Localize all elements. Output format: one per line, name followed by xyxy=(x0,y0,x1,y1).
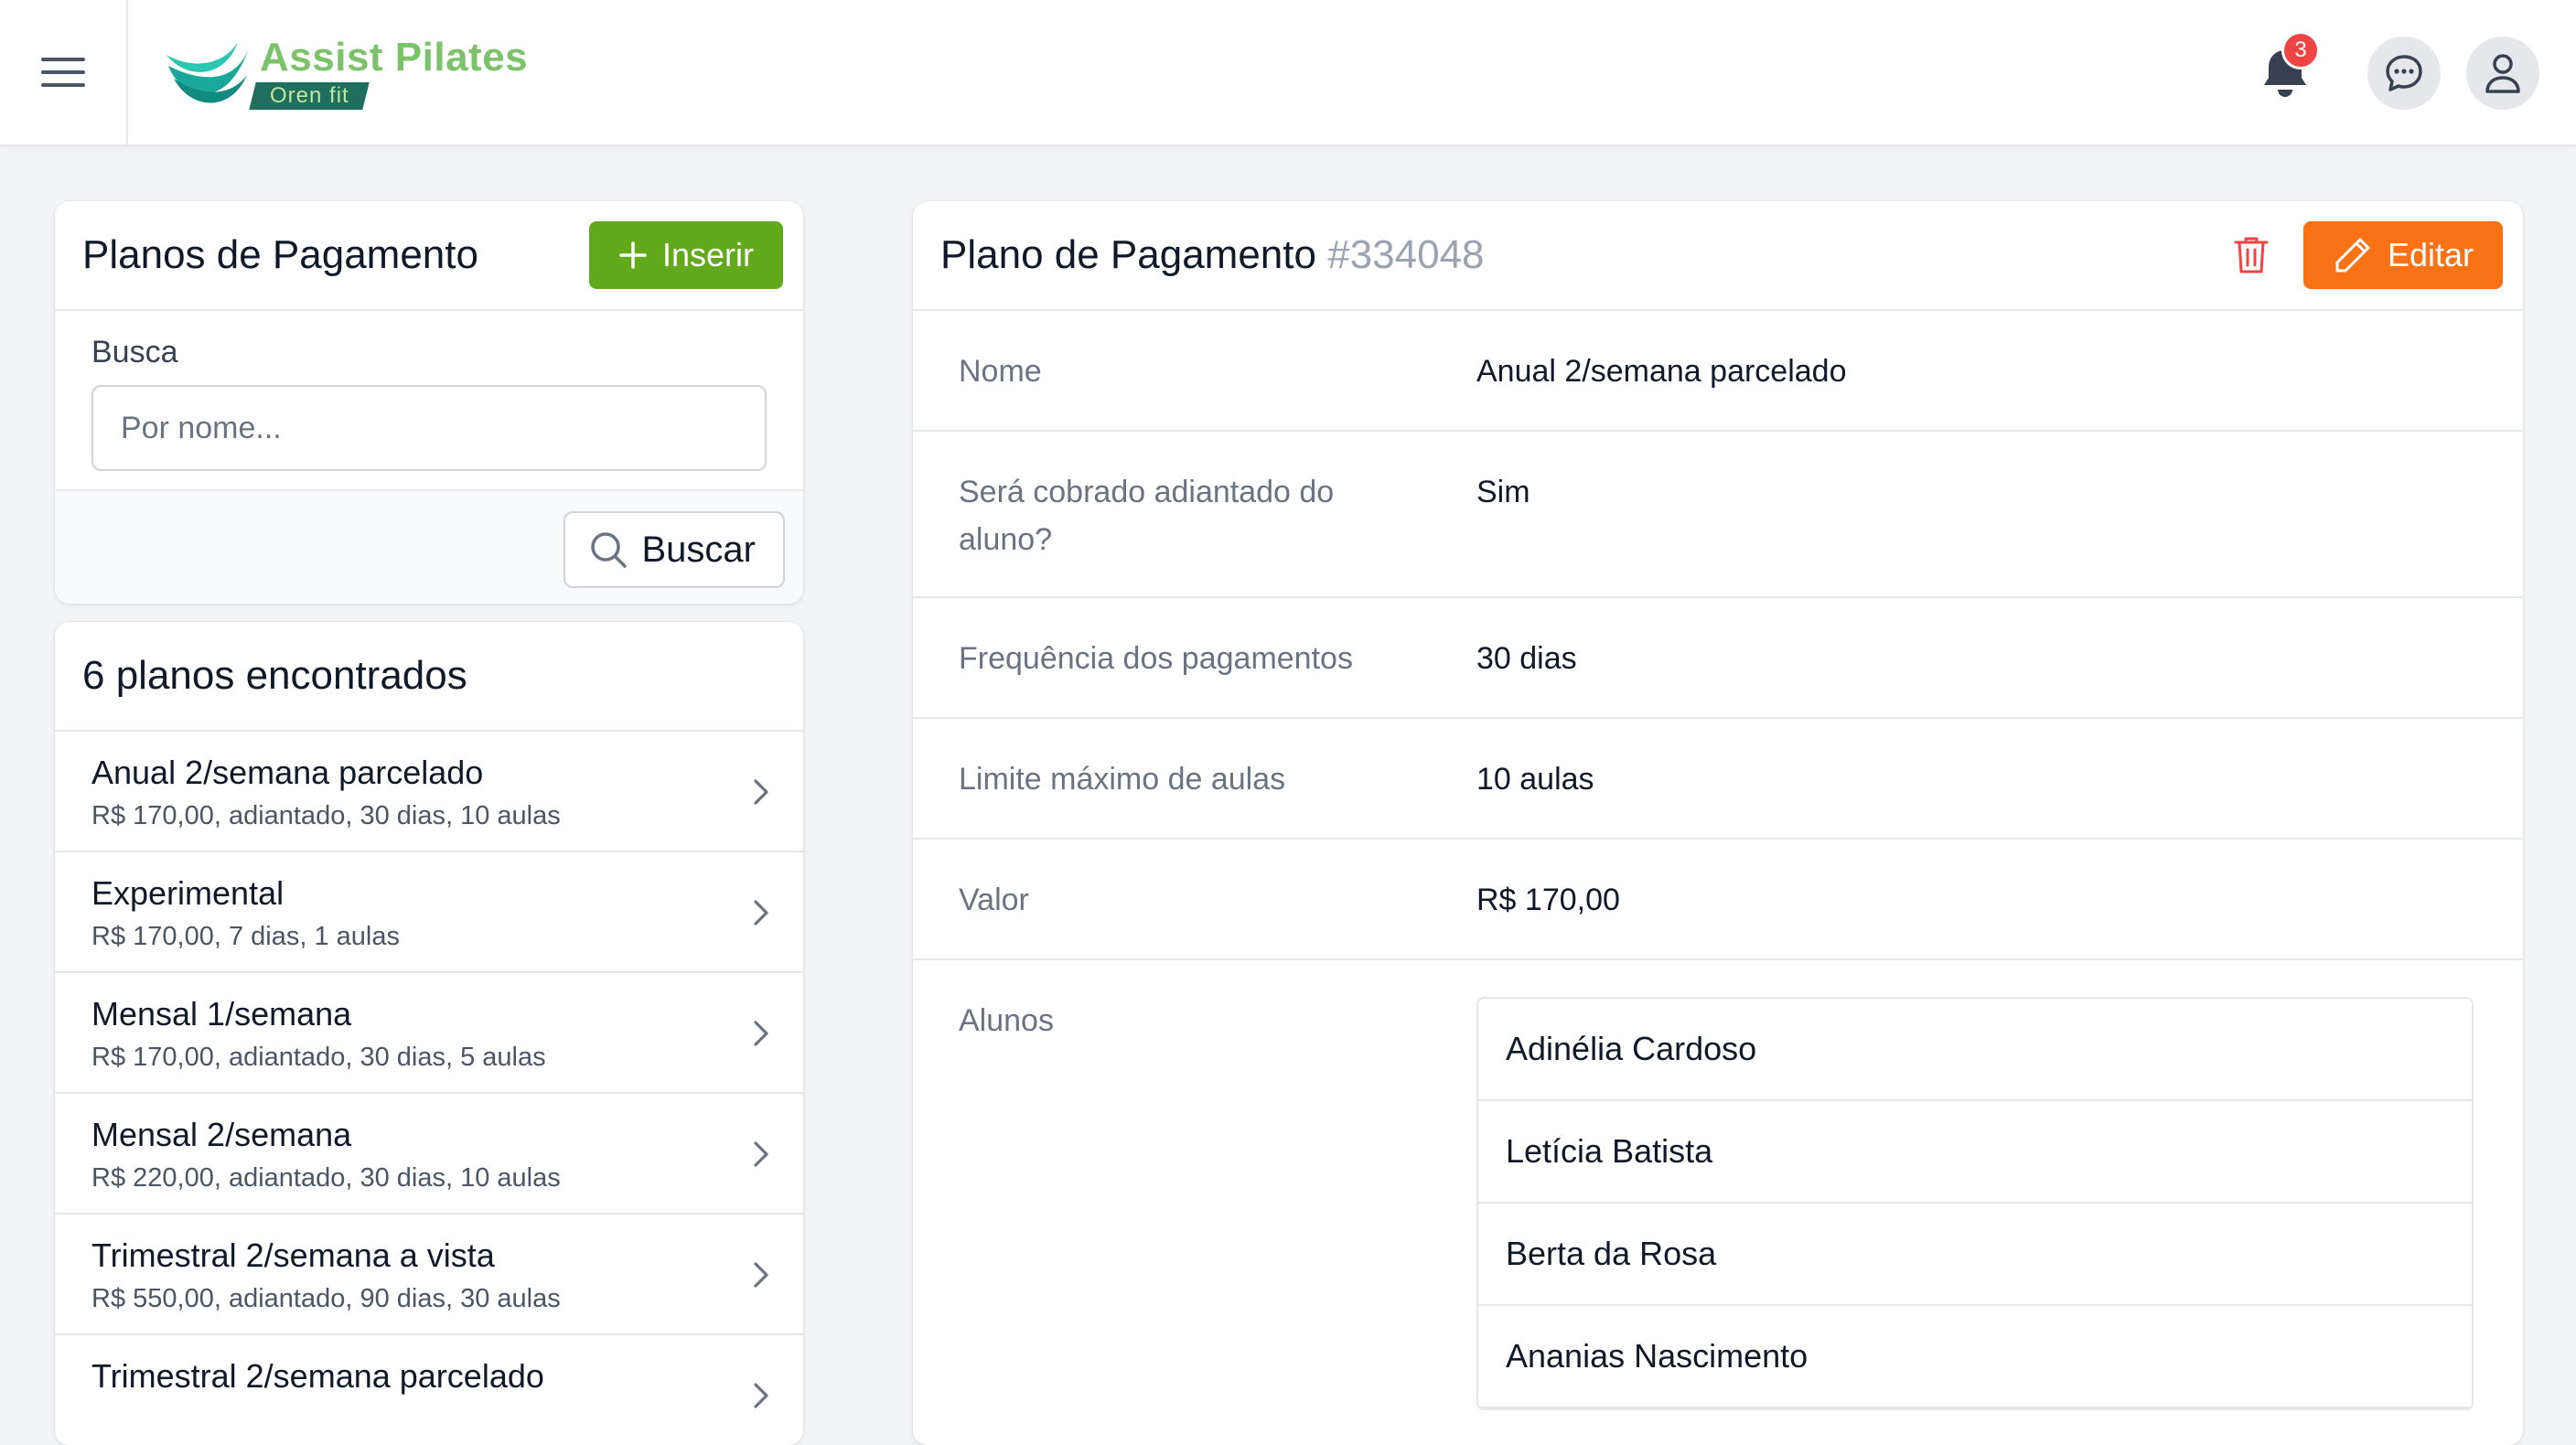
search-input[interactable] xyxy=(91,385,767,471)
students-list: Adinélia Cardoso Letícia Batista Berta d… xyxy=(1476,997,2474,1410)
detail-header: Plano de Pagamento #334048 Editar xyxy=(913,201,2523,311)
plan-name: Mensal 1/semana xyxy=(91,995,352,1033)
trash-icon xyxy=(2234,237,2269,273)
field-label: Será cobrado adiantado do aluno? xyxy=(959,475,1335,557)
plan-summary: R$ 550,00, adiantado, 90 dias, 30 aulas xyxy=(91,1284,561,1313)
plan-summary: R$ 170,00, adiantado, 30 dias, 5 aulas xyxy=(91,1043,546,1072)
list-item[interactable]: Mensal 1/semana R$ 170,00, adiantado, 30… xyxy=(55,973,803,1094)
plans-list: Anual 2/semana parcelado R$ 170,00, adia… xyxy=(55,732,803,1445)
search-footer: Buscar xyxy=(55,491,803,604)
chevron-right-icon xyxy=(754,1141,768,1167)
chevron-right-icon xyxy=(754,1262,768,1288)
student-item[interactable]: Berta da Rosa xyxy=(1478,1204,2472,1306)
top-bar: Assist Pilates Oren fit 3 xyxy=(0,0,2576,146)
field-label: Frequência dos pagamentos xyxy=(959,641,1353,676)
top-actions: 3 xyxy=(2247,31,2539,112)
user-icon xyxy=(2485,54,2520,93)
results-card: 6 planos encontrados Anual 2/semana parc… xyxy=(55,622,803,1445)
chevron-right-icon xyxy=(754,1021,768,1046)
field-row-value: Valor R$ 170,00 xyxy=(913,840,2523,960)
plans-search-card: Planos de Pagamento Inserir Busca Buscar xyxy=(55,201,803,604)
page-title: Planos de Pagamento xyxy=(82,232,478,277)
detail-title: Plano de Pagamento #334048 xyxy=(940,232,1485,278)
chevron-right-icon xyxy=(754,900,768,926)
field-label: Valor xyxy=(959,883,1029,917)
detail-actions: Editar xyxy=(2219,221,2503,289)
plan-name: Experimental xyxy=(91,874,284,912)
chat-button[interactable] xyxy=(2367,37,2441,110)
search-button-label: Buscar xyxy=(641,529,757,570)
student-item[interactable]: Letícia Batista xyxy=(1478,1101,2472,1204)
chevron-right-icon xyxy=(754,1383,768,1408)
user-menu-button[interactable] xyxy=(2466,37,2539,110)
field-value: 30 dias xyxy=(1476,641,1577,676)
insert-label: Inserir xyxy=(661,236,754,273)
list-item[interactable]: Mensal 2/semana R$ 220,00, adiantado, 30… xyxy=(55,1094,803,1215)
field-value: Anual 2/semana parcelado xyxy=(1476,354,1847,389)
plan-summary: R$ 170,00, adiantado, 30 dias, 10 aulas xyxy=(91,801,561,830)
field-row-frequency: Frequência dos pagamentos 30 dias xyxy=(913,598,2523,719)
notifications-badge: 3 xyxy=(2281,31,2320,70)
list-item[interactable]: Anual 2/semana parcelado R$ 170,00, adia… xyxy=(55,732,803,852)
field-label: Alunos xyxy=(959,1003,1054,1038)
field-label: Nome xyxy=(959,354,1042,389)
edit-button[interactable]: Editar xyxy=(2302,221,2503,289)
search-label: Busca xyxy=(91,335,178,369)
list-item[interactable]: Trimestral 2/semana a vista R$ 550,00, a… xyxy=(55,1215,803,1335)
edit-label: Editar xyxy=(2387,236,2474,273)
field-value: 10 aulas xyxy=(1476,762,1594,797)
student-item[interactable]: Adinélia Cardoso xyxy=(1478,999,2472,1101)
search-button[interactable]: Buscar xyxy=(563,511,785,588)
chat-icon xyxy=(2386,55,2422,91)
menu-button[interactable] xyxy=(0,0,128,144)
logo-mark-icon xyxy=(166,42,249,103)
delete-button[interactable] xyxy=(2219,223,2283,287)
field-value: R$ 170,00 xyxy=(1476,883,1620,917)
field-value: Sim xyxy=(1476,475,1530,509)
student-item[interactable]: Ananias Nascimento xyxy=(1478,1306,2472,1408)
field-row-advance: Será cobrado adiantado do aluno? Sim xyxy=(913,432,2523,598)
plan-summary: R$ 220,00, adiantado, 30 dias, 10 aulas xyxy=(91,1163,561,1193)
plan-detail-card: Plano de Pagamento #334048 Editar Nome A… xyxy=(913,201,2523,1445)
logo[interactable]: Assist Pilates Oren fit xyxy=(165,35,528,117)
field-row-students: Alunos Adinélia Cardoso Letícia Batista … xyxy=(913,960,2523,1410)
search-body: Busca xyxy=(55,311,803,491)
field-label: Limite máximo de aulas xyxy=(959,762,1286,797)
plan-id: #334048 xyxy=(1327,232,1485,277)
chevron-right-icon xyxy=(754,779,768,805)
plan-name: Trimestral 2/semana parcelado xyxy=(91,1357,544,1395)
menu-icon xyxy=(41,58,85,87)
plan-summary: R$ 170,00, 7 dias, 1 aulas xyxy=(91,922,400,951)
plans-header: Planos de Pagamento Inserir xyxy=(55,201,803,311)
field-row-name: Nome Anual 2/semana parcelado xyxy=(913,311,2523,432)
plan-name: Mensal 2/semana xyxy=(91,1116,352,1153)
list-item[interactable]: Trimestral 2/semana parcelado xyxy=(55,1335,803,1445)
plan-name: Anual 2/semana parcelado xyxy=(91,754,484,791)
results-title: 6 planos encontrados xyxy=(82,653,467,698)
pencil-icon xyxy=(2335,238,2370,273)
field-row-limit: Limite máximo de aulas 10 aulas xyxy=(913,719,2523,840)
notifications-button[interactable]: 3 xyxy=(2247,31,2324,112)
results-header: 6 planos encontrados xyxy=(55,622,803,732)
list-item[interactable]: Experimental R$ 170,00, 7 dias, 1 aulas xyxy=(55,852,803,973)
logo-title: Assist Pilates xyxy=(260,35,529,80)
search-icon xyxy=(590,532,627,568)
detail-title-text: Plano de Pagamento xyxy=(940,232,1316,277)
logo-subtitle: Oren fit xyxy=(249,82,370,110)
plus-icon xyxy=(619,241,647,269)
insert-button[interactable]: Inserir xyxy=(588,221,783,289)
plan-name: Trimestral 2/semana a vista xyxy=(91,1236,495,1274)
